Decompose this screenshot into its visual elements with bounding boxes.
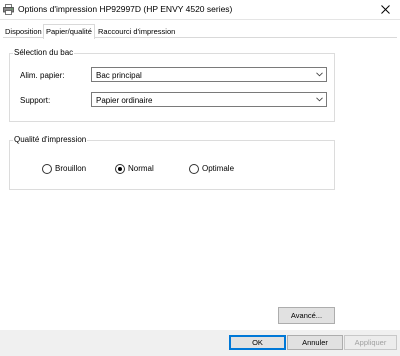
media-select[interactable]: Papier ordinaire — [91, 92, 327, 107]
ok-button[interactable]: OK — [229, 335, 286, 350]
tray-selection-title: Sélection du bac — [13, 48, 75, 57]
radio-circle — [42, 164, 52, 174]
printer-icon — [3, 4, 14, 15]
radio-normal[interactable]: Normal — [115, 163, 165, 175]
radio-label: Normal — [128, 164, 154, 173]
radio-label: Optimale — [202, 164, 235, 173]
tab-papier-qualite[interactable]: Papier/qualité — [43, 24, 95, 39]
advanced-button[interactable]: Avancé... — [278, 307, 335, 324]
radio-label: Brouillon — [55, 164, 87, 173]
window-title: Options d'impression HP92997D (HP ENVY 4… — [18, 4, 233, 14]
print-quality-title: Qualité d'impression — [13, 135, 88, 144]
apply-button[interactable]: Appliquer — [344, 335, 397, 350]
close-icon — [381, 5, 390, 14]
tray-selection-group — [9, 53, 335, 122]
paper-source-label: Alim. papier: — [20, 71, 65, 80]
title-bar: Options d'impression HP92997D (HP ENVY 4… — [0, 0, 400, 20]
media-value: Papier ordinaire — [96, 96, 153, 105]
radio-circle — [189, 164, 199, 174]
media-label: Support: — [20, 96, 51, 105]
close-button[interactable] — [372, 0, 400, 19]
paper-source-select[interactable]: Bac principal — [91, 67, 327, 82]
chevron-down-icon — [316, 97, 323, 102]
radio-circle-selected — [115, 164, 125, 174]
chevron-down-icon — [316, 72, 323, 77]
radio-optimale[interactable]: Optimale — [189, 163, 239, 175]
radio-brouillon[interactable]: Brouillon — [42, 163, 92, 175]
cancel-button[interactable]: Annuler — [287, 335, 343, 350]
paper-source-value: Bac principal — [96, 71, 142, 80]
